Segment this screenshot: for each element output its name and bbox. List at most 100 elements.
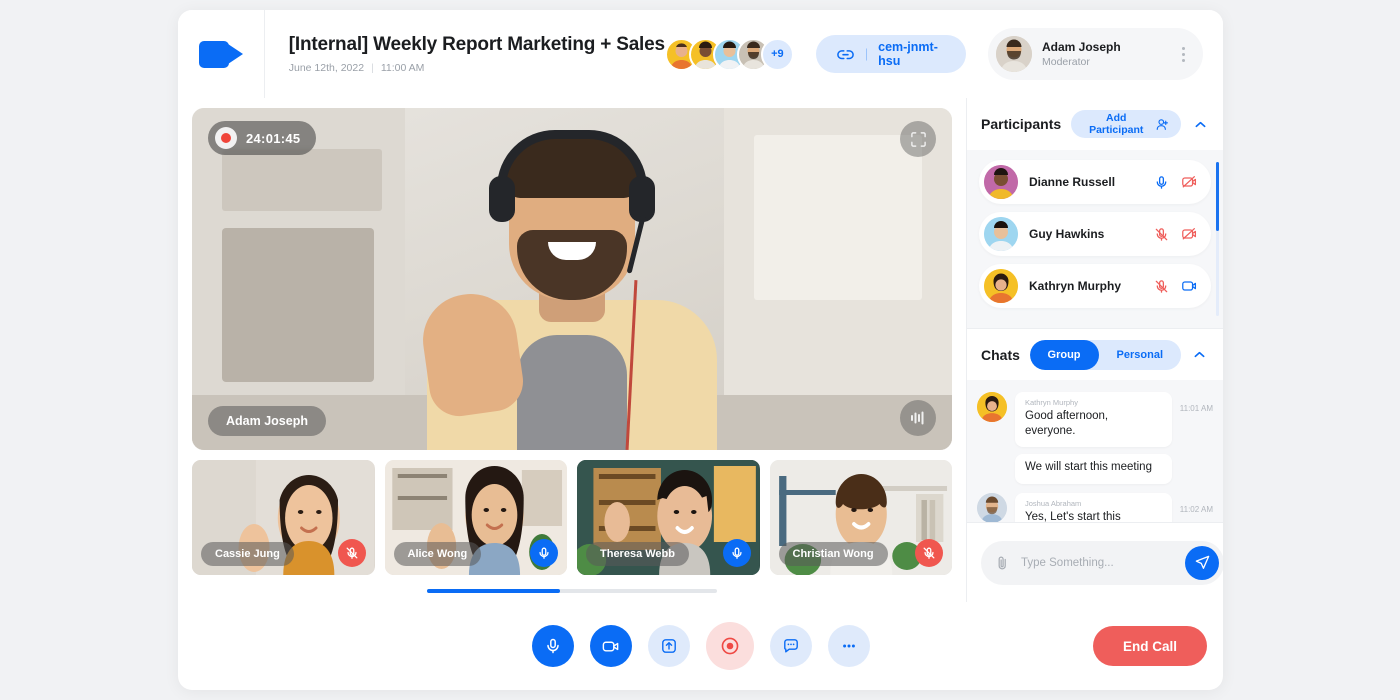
video-stage: 24:01:45 Adam Joseph Cassie Jung Alice W…: [178, 98, 967, 602]
chat-message-group: Joshua Abraham Yes, Let's start this mee…: [977, 492, 1213, 522]
participant-row[interactable]: Dianne Russell: [979, 160, 1211, 204]
avatar: [984, 165, 1018, 199]
main-video-tile[interactable]: 24:01:45 Adam Joseph: [192, 108, 952, 450]
chat-bubble[interactable]: Joshua Abraham Yes, Let's start this mee…: [1015, 492, 1172, 522]
chat-button[interactable]: [769, 625, 812, 667]
mic-off-icon[interactable]: [337, 539, 366, 567]
mic-off-icon[interactable]: [1154, 279, 1169, 294]
add-participant-button[interactable]: Add Participant: [1071, 110, 1182, 138]
chevron-up-icon[interactable]: [1189, 345, 1209, 365]
avatar: [977, 492, 1007, 522]
thumbnail-tile[interactable]: Cassie Jung: [192, 460, 375, 575]
chat-composer: [967, 522, 1223, 602]
more-horizontal-icon: [840, 637, 858, 655]
more-vertical-icon[interactable]: [1171, 42, 1195, 66]
avatar: [977, 392, 1007, 422]
mic-on-icon[interactable]: [1154, 175, 1169, 190]
mic-on-icon[interactable]: [530, 539, 558, 567]
record-circle-icon: [719, 635, 741, 657]
avatar: [984, 217, 1018, 251]
message-input[interactable]: [1021, 556, 1175, 569]
app-body: 24:01:45 Adam Joseph Cassie Jung Alice W…: [178, 98, 1223, 602]
thumbnail-tile[interactable]: Alice Wong: [384, 460, 567, 575]
thumbnail-name: Cassie Jung: [201, 542, 294, 566]
active-speaker-name: Adam Joseph: [208, 406, 326, 436]
participants-scrollbar[interactable]: [1216, 162, 1219, 316]
record-button[interactable]: [705, 622, 754, 670]
participant-name: Kathryn Murphy: [1029, 279, 1122, 293]
chat-timestamp: 11:01 AM: [1179, 404, 1213, 413]
avatar: [984, 269, 1018, 303]
chat-message-group: Kathryn Murphy Good afternoon, everyone.…: [977, 392, 1213, 484]
user-identity: Adam Joseph Moderator: [1042, 39, 1121, 69]
chat-timestamp: 11:02 AM: [1179, 504, 1213, 514]
composer-field-wrap: [981, 540, 1223, 585]
user-role: Moderator: [1042, 56, 1090, 68]
recording-timer-badge: 24:01:45: [208, 121, 317, 155]
participant-avatar-stack[interactable]: +9: [664, 37, 794, 71]
header-actions: +9 | cem-jnmt-hsu Adam Joseph Moderator: [664, 28, 1223, 80]
scrollbar-thumb[interactable]: [1216, 162, 1219, 232]
tab-personal[interactable]: Personal: [1099, 340, 1181, 370]
share-screen-button[interactable]: [647, 625, 690, 667]
participant-row[interactable]: Kathryn Murphy: [979, 264, 1211, 308]
participants-list: Dianne Russell Guy Hawkins Kathryn Murph…: [967, 150, 1223, 328]
participant-name: Dianne Russell: [1029, 175, 1116, 189]
attachment-icon[interactable]: [995, 555, 1011, 571]
app-header: [Internal] Weekly Report Marketing + Sal…: [178, 10, 1223, 98]
chat-text: Yes, Let's start this meeting: [1025, 510, 1121, 522]
divider: |: [864, 47, 869, 61]
more-button[interactable]: [827, 625, 870, 667]
camera-button[interactable]: [589, 625, 632, 667]
bubble-column: Joshua Abraham Yes, Let's start this mee…: [1015, 492, 1172, 522]
video-off-icon[interactable]: [1181, 226, 1197, 242]
participant-row[interactable]: Guy Hawkins: [979, 212, 1211, 256]
participants-header: Participants Add Participant: [967, 98, 1223, 150]
app-window: [Internal] Weekly Report Marketing + Sal…: [178, 10, 1223, 690]
thumbnail-name: Alice Wong: [393, 542, 482, 566]
end-call-button[interactable]: End Call: [1092, 626, 1207, 666]
divider: |: [371, 62, 374, 74]
thumbnail-tile[interactable]: Christian Wong: [769, 460, 952, 575]
user-name: Adam Joseph: [1042, 39, 1121, 54]
app-logo: [178, 10, 265, 98]
microphone-button[interactable]: [531, 625, 574, 667]
chat-text: We will start this meeting: [1025, 461, 1152, 474]
meeting-datetime: June 12th, 2022 | 11:00 AM: [289, 62, 665, 74]
meeting-info: [Internal] Weekly Report Marketing + Sal…: [265, 34, 665, 74]
chat-bubble-icon: [782, 637, 800, 655]
meeting-link-button[interactable]: | cem-jnmt-hsu: [815, 35, 966, 73]
video-off-icon[interactable]: [1181, 174, 1197, 190]
record-dot-icon: [215, 127, 237, 149]
fullscreen-icon[interactable]: [900, 121, 936, 157]
thumbnail-name: Theresa Webb: [586, 542, 689, 566]
side-panel: Participants Add Participant Dianne Russ…: [967, 98, 1223, 602]
send-button[interactable]: [1185, 545, 1219, 580]
chat-bubble[interactable]: We will start this meeting: [1015, 454, 1172, 484]
add-participant-label: Add Participant: [1089, 112, 1144, 136]
control-buttons: [531, 622, 870, 670]
chat-sender: Joshua Abraham: [1025, 498, 1082, 508]
video-on-icon[interactable]: [1181, 278, 1197, 294]
meeting-date: June 12th, 2022: [288, 62, 365, 74]
tab-group[interactable]: Group: [1029, 339, 1099, 370]
call-controls: End Call: [178, 602, 1223, 690]
scrollbar-thumb[interactable]: [427, 589, 561, 593]
mic-off-icon[interactable]: [1154, 227, 1169, 242]
avatar: [996, 36, 1032, 72]
thumbnail-scrollbar[interactable]: [427, 589, 717, 593]
mic-on-icon[interactable]: [722, 539, 751, 567]
chevron-up-icon[interactable]: [1191, 114, 1209, 134]
chat-bubble[interactable]: Kathryn Murphy Good afternoon, everyone.: [1015, 392, 1172, 448]
recording-timer: 24:01:45: [246, 130, 301, 146]
current-user-card[interactable]: Adam Joseph Moderator: [988, 28, 1203, 80]
avatar-overflow-count[interactable]: +9: [760, 37, 794, 71]
send-icon: [1194, 554, 1211, 571]
thumbnail-tile[interactable]: Theresa Webb: [577, 460, 760, 575]
video-camera-icon: [601, 637, 620, 656]
chat-sender: Kathryn Murphy: [1025, 398, 1078, 407]
audio-waveform-icon[interactable]: [900, 400, 936, 436]
meeting-time: 11:00 AM: [380, 62, 425, 74]
mic-off-icon[interactable]: [915, 539, 943, 567]
meeting-code: cem-jnmt-hsu: [878, 40, 938, 68]
